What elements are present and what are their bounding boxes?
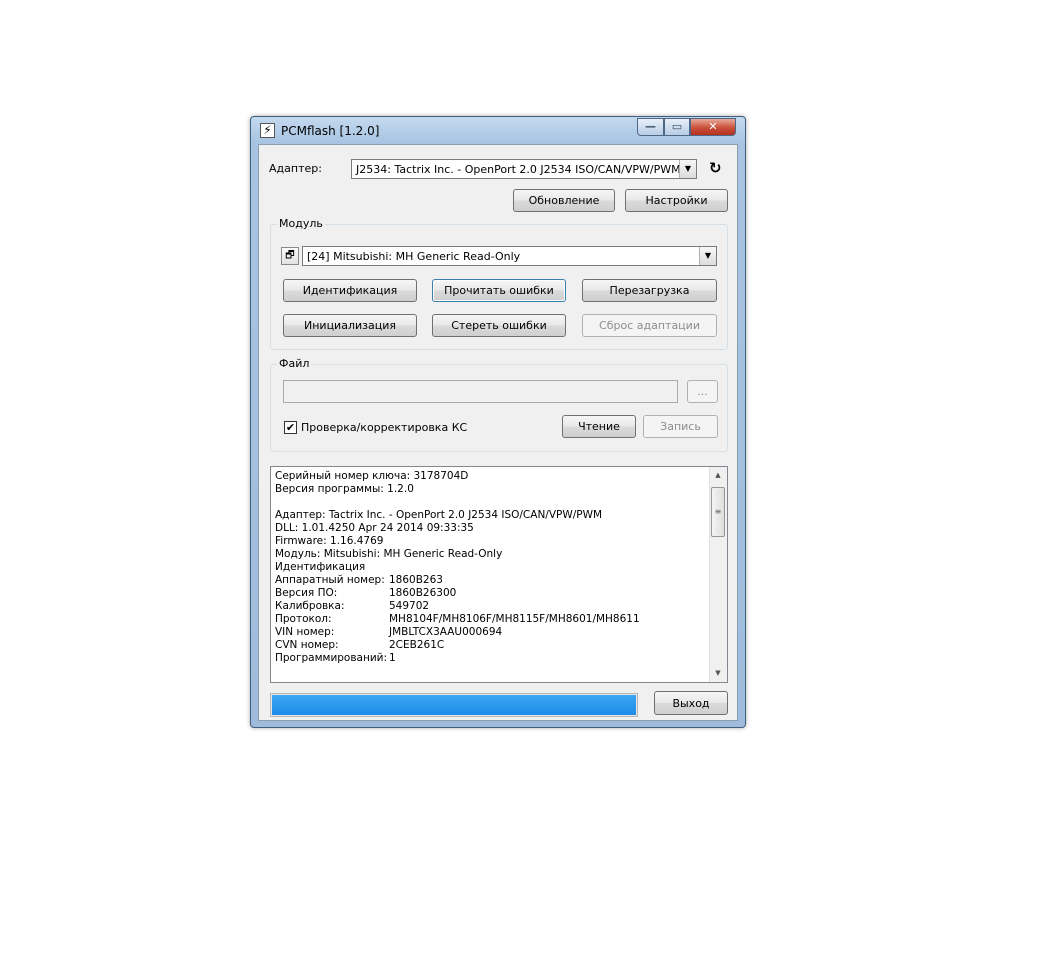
close-button[interactable]: ✕ [690,118,736,136]
module-select-value: [24] Mitsubishi: MH Generic Read-Only [307,250,521,263]
adapter-select[interactable]: J2534: Tactrix Inc. - OpenPort 2.0 J2534… [351,159,697,179]
log-line: DLL: 1.01.4250 Apr 24 2014 09:33:35 [275,522,707,535]
scroll-down-icon[interactable]: ▼ [710,665,726,682]
log-line-key: DLL: 1.01.4250 Apr 24 2014 09:33:35 [275,522,474,534]
init-button[interactable]: Инициализация [283,314,417,337]
log-line-key: Идентификация [275,561,366,573]
log-line: VIN номер: JMBLTCX3AAU000694 [275,626,707,639]
module-group-title: Модуль [277,217,325,230]
minimize-button[interactable]: — [637,118,664,136]
log-line-value: JMBLTCX3AAU000694 [389,626,503,638]
chevron-down-icon[interactable]: ▼ [699,247,716,265]
log-line-key: Программирований: [275,652,388,664]
log-line-value: 549702 [389,600,430,612]
log-line-key: CVN номер: [275,639,339,651]
adapter-select-value: J2534: Tactrix Inc. - OpenPort 2.0 J2534… [356,163,681,176]
client-area: Адаптер: J2534: Tactrix Inc. - OpenPort … [258,144,738,721]
progress-fill [272,695,636,715]
scroll-up-icon[interactable]: ▲ [710,467,726,484]
log-lines: Серийный номер ключа: 3178704D Версия про… [275,470,707,665]
file-group: Файл ... ✔ Проверка/корректировка КС Чте… [270,357,728,452]
log-line: Калибровка: 549702 [275,600,707,613]
file-path-input[interactable] [283,380,678,403]
read-errors-button[interactable]: Прочитать ошибки [432,279,566,302]
progress-bar [270,693,638,717]
log-line: Аппаратный номер: 1860B263 [275,574,707,587]
log-line: Адаптер: Tactrix Inc. - OpenPort 2.0 J25… [275,509,707,522]
log-line: Серийный номер ключа: 3178704D [275,470,707,483]
log-scrollbar[interactable]: ▲ ≡ ▼ [709,467,727,682]
refresh-icon[interactable]: ↻ [709,161,722,176]
log-line: Идентификация [275,561,707,574]
lightning-icon: ⚡ [260,123,275,138]
update-button[interactable]: Обновление [513,189,615,212]
file-group-title: Файл [277,357,312,370]
log-line-key: VIN номер: [275,626,335,638]
log-line-key: Калибровка: [275,600,345,612]
app-window: ⚡ PCMflash [1.2.0] — ▭ ✕ Адаптер: J2534:… [250,116,746,728]
log-line-value: 2CEB261C [389,639,445,651]
window-title: PCMflash [1.2.0] [281,124,380,138]
window-restore-icon[interactable]: 🗗 [281,247,299,265]
log-line-key: Версия программы: 1.2.0 [275,483,414,495]
reboot-button[interactable]: Перезагрузка [582,279,717,302]
module-select[interactable]: [24] Mitsubishi: MH Generic Read-Only ▼ [302,246,717,266]
browse-button[interactable]: ... [687,380,718,403]
log-line-value: MH8104F/MH8106F/MH8115F/MH8601/MH8611 [389,613,640,625]
log-line-value: 1 [389,652,396,664]
log-output[interactable]: Серийный номер ключа: 3178704D Версия про… [270,466,728,683]
reset-adaptation-button[interactable]: Сброс адаптации [582,314,717,337]
checksum-checkbox[interactable]: ✔ [284,421,297,434]
checksum-label: Проверка/корректировка КС [301,421,468,434]
log-line-key: Аппаратный номер: [275,574,385,586]
chevron-down-icon[interactable]: ▼ [679,160,696,178]
log-line: Программирований: 1 [275,652,707,665]
log-line: Протокол: MH8104F/MH8106F/MH8115F/MH8601/… [275,613,707,626]
log-line-key: Серийный номер ключа: 3178704D [275,470,469,482]
read-button[interactable]: Чтение [562,415,636,438]
log-line-key: Firmware: 1.16.4769 [275,535,384,547]
log-line: Версия программы: 1.2.0 [275,483,707,496]
log-line: Версия ПО: 1860B26300 [275,587,707,600]
log-line: Модуль: Mitsubishi: MH Generic Read-Only [275,548,707,561]
maximize-button[interactable]: ▭ [664,118,690,136]
log-line: CVN номер: 2CEB261C [275,639,707,652]
identify-button[interactable]: Идентификация [283,279,417,302]
adapter-label: Адаптер: [269,162,322,175]
write-button[interactable]: Запись [643,415,718,438]
log-line-key: Протокол: [275,613,332,625]
scroll-thumb[interactable]: ≡ [711,487,725,537]
settings-button[interactable]: Настройки [625,189,728,212]
log-line-key: Модуль: Mitsubishi: MH Generic Read-Only [275,548,503,560]
log-line: Firmware: 1.16.4769 [275,535,707,548]
log-line-value: 1860B263 [389,574,443,586]
clear-errors-button[interactable]: Стереть ошибки [432,314,566,337]
log-line-key: Версия ПО: [275,587,338,599]
log-line-value: 1860B26300 [389,587,457,599]
exit-button[interactable]: Выход [654,691,728,715]
title-bar[interactable]: ⚡ PCMflash [1.2.0] — ▭ ✕ [251,117,745,144]
module-group: Модуль 🗗 [24] Mitsubishi: MH Generic Rea… [270,217,728,350]
log-line-key: Адаптер: Tactrix Inc. - OpenPort 2.0 J25… [275,509,603,521]
